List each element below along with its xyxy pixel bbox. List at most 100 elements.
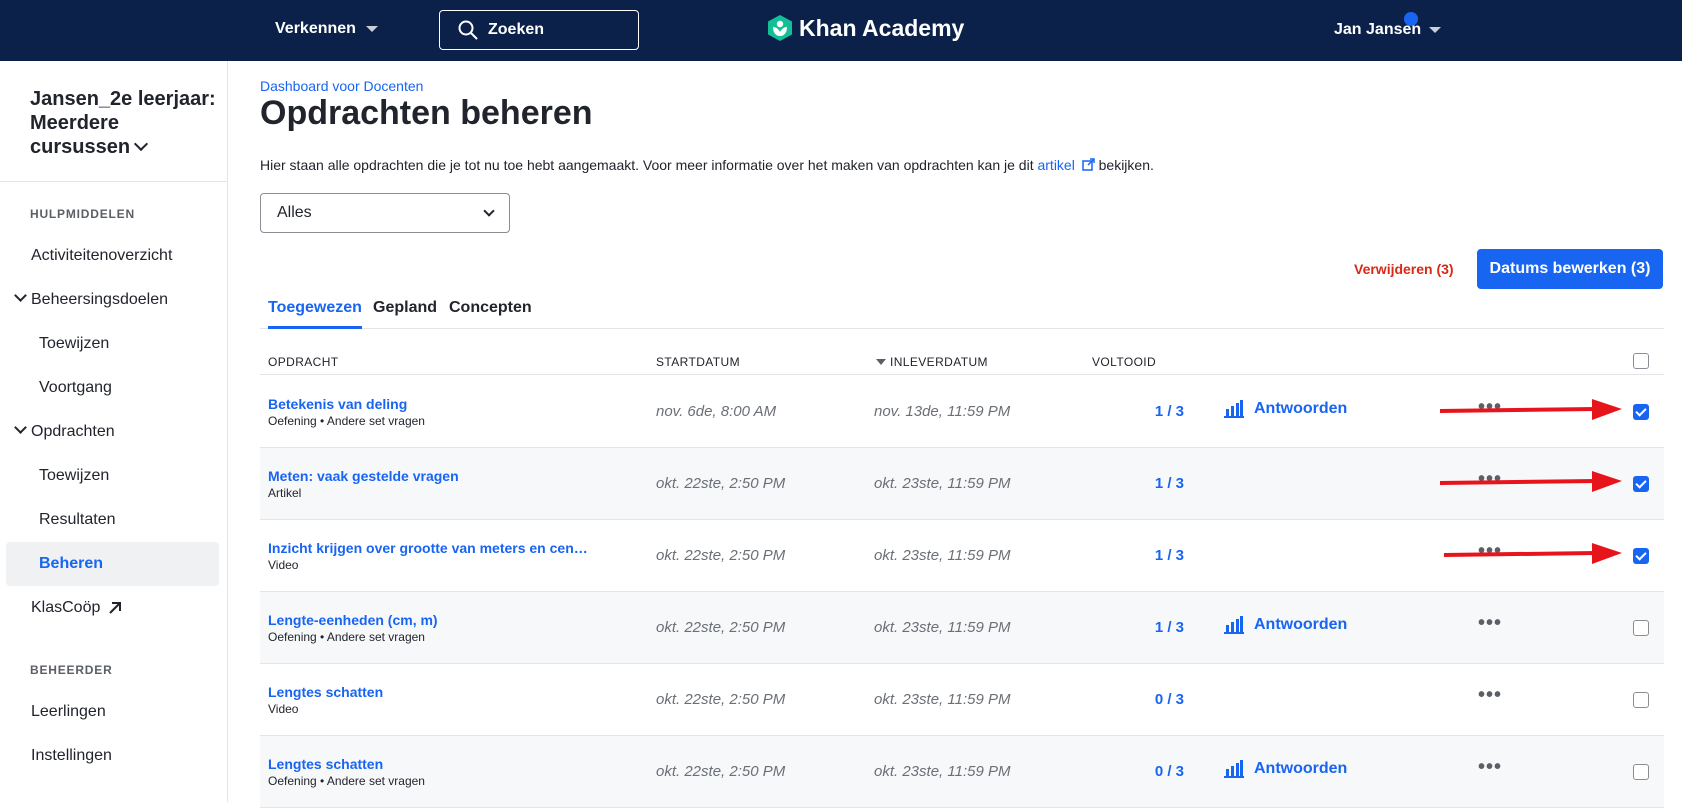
start-date: okt. 22ste, 2:50 PM — [656, 691, 786, 708]
column-completed: VOLTOOID — [1092, 355, 1157, 369]
row-select-checkbox[interactable] — [1633, 764, 1649, 780]
sidebar: Jansen_2e leerjaar: Meerdere cursussen H… — [0, 61, 228, 802]
assignment-title-link[interactable]: Inzicht krijgen over grootte van meters … — [268, 540, 588, 556]
class-title: Jansen_2e leerjaar: Meerdere cursussen — [30, 88, 216, 158]
assignment-title-link[interactable]: Lengtes schatten — [268, 684, 383, 700]
sidebar-item-assignments-assign[interactable]: Toewijzen — [6, 454, 219, 498]
sidebar-item-assignments-manage[interactable]: Beheren — [6, 542, 219, 586]
delete-button[interactable]: Verwijderen (3) — [1354, 261, 1454, 277]
row-select-checkbox[interactable] — [1633, 620, 1649, 636]
column-assignment: OPDRACHT — [268, 355, 339, 369]
sidebar-item-mastery-assign[interactable]: Toewijzen — [6, 322, 219, 366]
completed-count[interactable]: 1 / 3 — [1090, 619, 1184, 636]
table-row: Lengte-eenheden (cm, m) Oefening • Andere… — [260, 592, 1664, 664]
sidebar-item-mastery-progress[interactable]: Voortgang — [6, 366, 219, 410]
red-arrow-annotation — [1440, 471, 1622, 492]
notification-dot — [1404, 12, 1418, 26]
sidebar-item-label: KlasCoöp — [31, 599, 101, 616]
table-row: Lengtes schatten Oefening • Andere set vr… — [260, 736, 1664, 808]
chevron-down-icon — [14, 421, 27, 434]
sidebar-item-assignments-results[interactable]: Resultaten — [6, 498, 219, 542]
assignment-type: Oefening • Andere set vragen — [268, 774, 425, 788]
start-date: okt. 22ste, 2:50 PM — [656, 619, 786, 636]
assignment-type: Oefening • Andere set vragen — [268, 630, 425, 644]
user-menu[interactable]: Jan Jansen — [1334, 21, 1442, 39]
sidebar-item-label: Toewijzen — [39, 467, 110, 484]
intro-text: Hier staan alle opdrachten die je tot nu… — [260, 157, 1154, 173]
row-select-checkbox[interactable] — [1633, 404, 1649, 420]
sidebar-item-klascoop[interactable]: KlasCoöp — [6, 586, 219, 630]
explore-menu[interactable]: Verkennen — [275, 20, 378, 38]
sidebar-item-activity-overview[interactable]: Activiteitenoverzicht — [6, 234, 219, 278]
row-select-checkbox[interactable] — [1633, 692, 1649, 708]
tab-scheduled[interactable]: Gepland — [373, 299, 437, 329]
select-all-checkbox[interactable] — [1633, 353, 1649, 369]
table-row: Inzicht krijgen over grootte van meters … — [260, 520, 1664, 592]
assignment-type: Oefening • Andere set vragen — [268, 414, 425, 428]
start-date: nov. 6de, 8:00 AM — [656, 403, 777, 420]
answers-label: Antwoorden — [1254, 400, 1348, 417]
red-arrow-annotation — [1440, 399, 1622, 420]
completed-count[interactable]: 1 / 3 — [1090, 475, 1184, 492]
answers-label: Antwoorden — [1254, 760, 1348, 777]
more-options-button[interactable]: ••• — [1478, 756, 1502, 779]
due-date: nov. 13de, 11:59 PM — [874, 403, 1011, 420]
assignment-type: Video — [268, 702, 299, 716]
start-date: okt. 22ste, 2:50 PM — [656, 763, 786, 780]
chevron-down-icon — [483, 205, 495, 217]
row-select-checkbox[interactable] — [1633, 548, 1649, 564]
assignment-title-link[interactable]: Meten: vaak gestelde vragen — [268, 468, 459, 484]
breadcrumb[interactable]: Dashboard voor Docenten — [260, 78, 423, 94]
more-options-button[interactable]: ••• — [1478, 612, 1502, 635]
due-date: okt. 23ste, 11:59 PM — [874, 547, 1011, 564]
sidebar-item-settings[interactable]: Instellingen — [6, 734, 219, 778]
column-start-date: STARTDATUM — [656, 355, 740, 369]
completed-count[interactable]: 1 / 3 — [1090, 403, 1184, 420]
red-arrow-annotation — [1444, 543, 1622, 564]
filter-select[interactable]: Alles — [260, 193, 510, 233]
search-icon — [458, 20, 478, 40]
answers-link[interactable]: Antwoorden — [1224, 616, 1347, 634]
column-due-date-sort[interactable]: INLEVERDATUM — [876, 355, 988, 369]
intro-text-after: bekijken. — [1094, 157, 1154, 173]
sidebar-item-label: Voortgang — [39, 379, 112, 396]
answers-label: Antwoorden — [1254, 616, 1348, 633]
table-row: Betekenis van deling Oefening • Andere se… — [260, 376, 1664, 448]
class-selector[interactable]: Jansen_2e leerjaar: Meerdere cursussen — [30, 87, 220, 159]
article-link[interactable]: artikel — [1037, 157, 1074, 173]
bar-chart-icon — [1224, 760, 1244, 778]
table-header: OPDRACHT STARTDATUM INLEVERDATUM VOLTOOI… — [260, 330, 1664, 375]
completed-count[interactable]: 1 / 3 — [1090, 547, 1184, 564]
start-date: okt. 22ste, 2:50 PM — [656, 475, 786, 492]
chevron-down-icon — [133, 136, 149, 152]
tab-drafts[interactable]: Concepten — [449, 299, 532, 329]
sidebar-item-label: Activiteitenoverzicht — [31, 247, 173, 264]
sidebar-item-assignments[interactable]: Opdrachten — [6, 410, 219, 454]
assignment-title-link[interactable]: Lengte-eenheden (cm, m) — [268, 612, 438, 628]
column-due-date: INLEVERDATUM — [890, 355, 988, 369]
sidebar-heading-admin: BEHEERDER — [30, 663, 113, 677]
assignment-tabs: Toegewezen Gepland Concepten — [260, 296, 1664, 329]
sidebar-heading-resources: HULPMIDDELEN — [30, 207, 135, 221]
due-date: okt. 23ste, 11:59 PM — [874, 475, 1011, 492]
assignment-title-link[interactable]: Betekenis van deling — [268, 396, 407, 412]
assignment-title-link[interactable]: Lengtes schatten — [268, 756, 383, 772]
more-options-button[interactable]: ••• — [1478, 684, 1502, 707]
explore-label: Verkennen — [275, 20, 356, 37]
completed-count[interactable]: 0 / 3 — [1090, 763, 1184, 780]
external-arrow-icon — [109, 602, 122, 614]
sidebar-item-mastery-goals[interactable]: Beheersingsdoelen — [6, 278, 219, 322]
caret-down-icon — [1429, 27, 1442, 33]
page-title: Opdrachten beheren — [260, 94, 593, 132]
tab-assigned[interactable]: Toegewezen — [268, 299, 362, 329]
sidebar-item-students[interactable]: Leerlingen — [6, 690, 219, 734]
edit-dates-button[interactable]: Datums bewerken (3) — [1477, 249, 1663, 289]
sidebar-divider — [0, 181, 228, 182]
assignment-type: Video — [268, 558, 299, 572]
khan-academy-logo[interactable]: Khan Academy — [767, 14, 964, 42]
completed-count[interactable]: 0 / 3 — [1090, 691, 1184, 708]
answers-link[interactable]: Antwoorden — [1224, 400, 1347, 418]
row-select-checkbox[interactable] — [1633, 476, 1649, 492]
answers-link[interactable]: Antwoorden — [1224, 760, 1347, 778]
search-button[interactable]: Zoeken — [439, 10, 639, 50]
